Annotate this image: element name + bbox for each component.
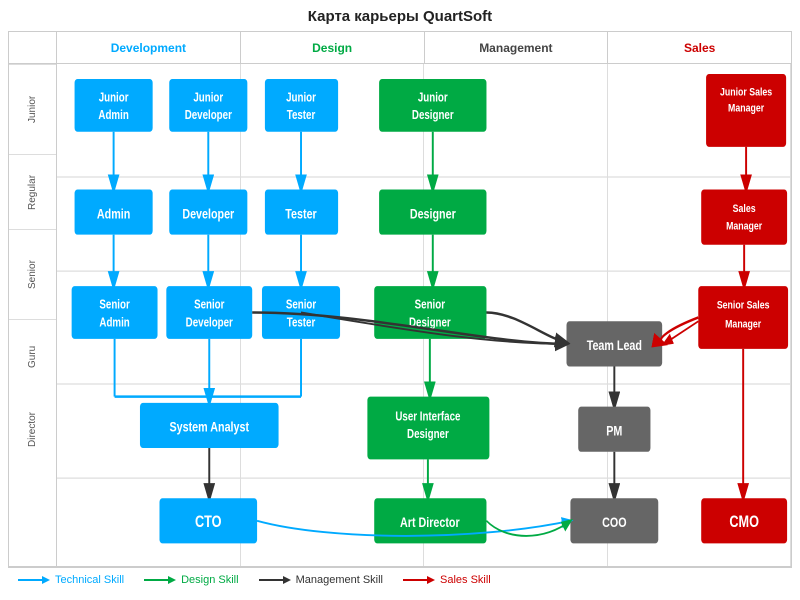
row-label-regular: Regular: [9, 154, 56, 229]
col-header-dev: Development: [57, 32, 241, 63]
col-headers: Development Design Management Sales: [57, 32, 791, 64]
legend-sales-label: Sales Skill: [440, 574, 491, 586]
col-header-mgmt: Management: [425, 32, 609, 63]
legend-design: Design Skill: [144, 574, 238, 586]
chart-area: Junior Regular Senior Guru Director Deve…: [8, 31, 792, 567]
mgmt-arrow-icon: [259, 574, 291, 586]
legend: Technical Skill Design Skill Management …: [8, 567, 792, 592]
legend-design-label: Design Skill: [181, 574, 238, 586]
legend-management: Management Skill: [259, 574, 383, 586]
row-label-senior: Senior: [9, 229, 56, 319]
row-label-director: Director: [9, 394, 56, 464]
legend-technical-label: Technical Skill: [55, 574, 124, 586]
grid-col-sales: [608, 64, 792, 566]
legend-sales: Sales Skill: [403, 574, 491, 586]
legend-management-label: Management Skill: [296, 574, 383, 586]
tech-arrow-icon: [18, 574, 50, 586]
row-label-spacer: [9, 32, 56, 64]
grid-col-design: [241, 64, 425, 566]
grid: Junior Admin Junior Developer Junior Tes…: [57, 64, 791, 566]
sales-arrow-icon: [403, 574, 435, 586]
legend-technical: Technical Skill: [18, 574, 124, 586]
main-container: Карта карьеры QuartSoft Junior Regular S…: [0, 0, 800, 600]
row-labels: Junior Regular Senior Guru Director: [9, 32, 57, 566]
design-arrow-icon: [144, 574, 176, 586]
grid-col-mgmt: [424, 64, 608, 566]
page-title: Карта карьеры QuartSoft: [8, 8, 792, 25]
row-label-junior: Junior: [9, 64, 56, 154]
col-header-design: Design: [241, 32, 425, 63]
col-headers-and-grid: Development Design Management Sales: [57, 32, 791, 566]
grid-col-dev: [57, 64, 241, 566]
col-header-sales: Sales: [608, 32, 791, 63]
row-label-guru: Guru: [9, 319, 56, 394]
